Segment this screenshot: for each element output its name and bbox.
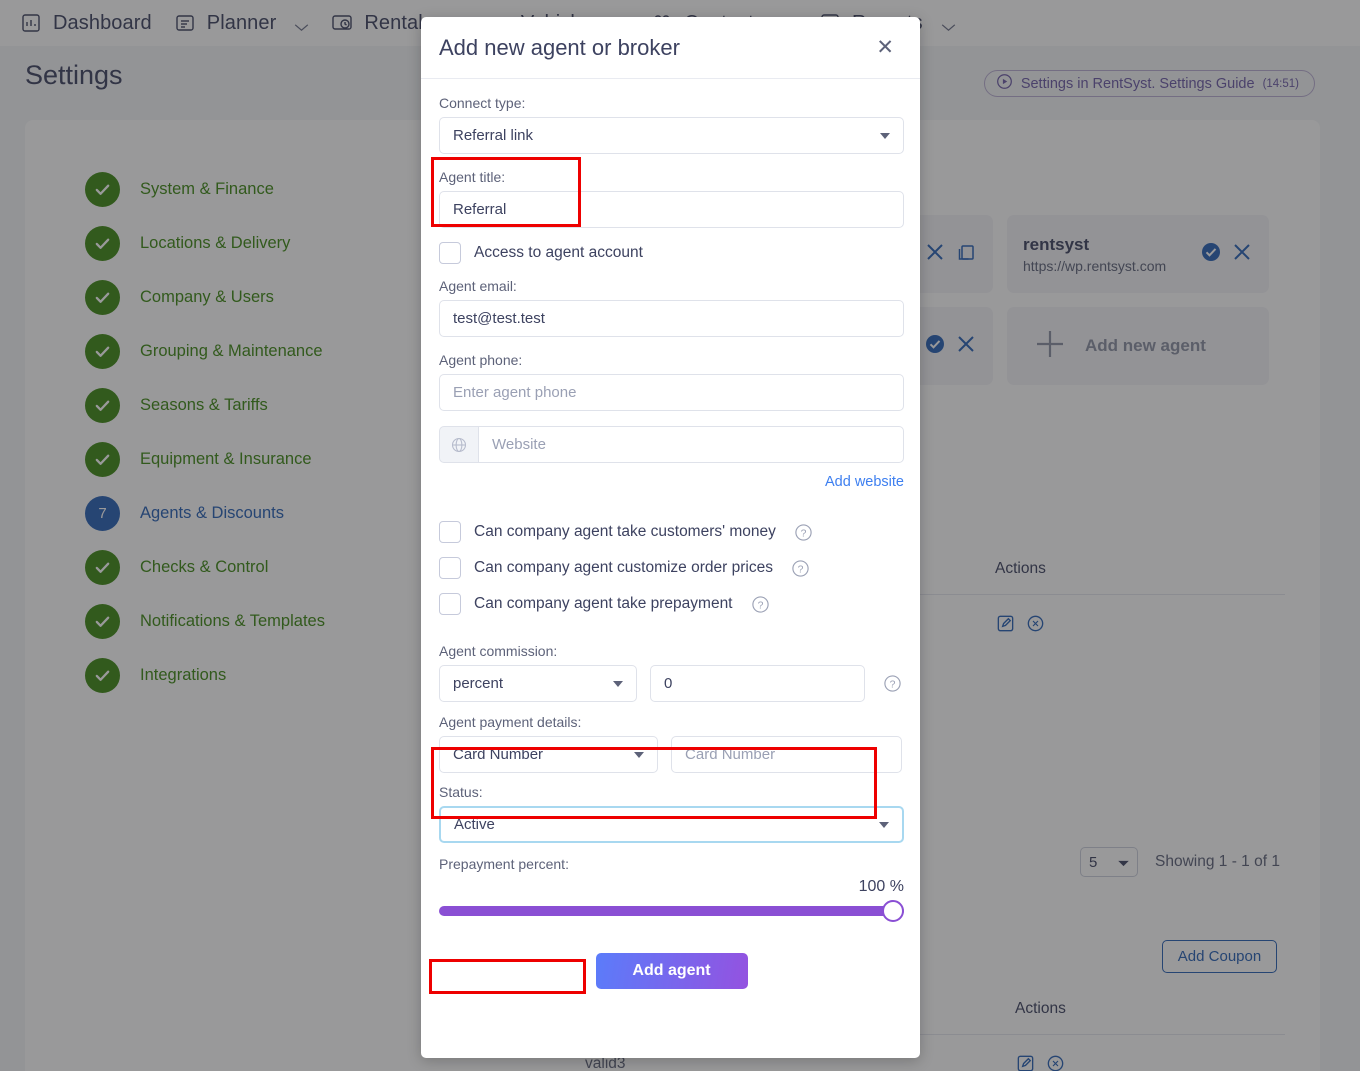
prepayment-percent-value: 100 %: [858, 878, 904, 895]
help-icon[interactable]: ?: [751, 595, 770, 614]
connect-type-label: Connect type:: [439, 95, 526, 111]
customers-money-checkbox[interactable]: [439, 521, 461, 543]
commission-value-input[interactable]: 0: [650, 665, 865, 702]
agent-email-label: Agent email:: [439, 278, 517, 294]
add-agent-modal: Add new agent or broker ✕ Connect type: …: [421, 17, 920, 1058]
card-number-input[interactable]: Card Number: [671, 736, 902, 773]
modal-footer: Add agent: [439, 953, 904, 989]
card-number-placeholder: Card Number: [685, 746, 776, 763]
agent-phone-input[interactable]: Enter agent phone: [439, 374, 904, 411]
add-website-link[interactable]: Add website: [439, 474, 904, 490]
agent-commission-row: percent 0 ?: [439, 665, 902, 702]
connect-type-value: Referral link: [453, 127, 534, 144]
status-select[interactable]: Active: [439, 806, 904, 843]
modal-header: Add new agent or broker ✕: [421, 17, 920, 79]
slider-track: [439, 906, 904, 916]
agent-commission-label: Agent commission:: [439, 643, 558, 659]
globe-icon: [439, 426, 478, 463]
agent-title-value: Referral: [453, 201, 507, 218]
help-icon[interactable]: ?: [794, 523, 813, 542]
svg-text:?: ?: [757, 600, 763, 611]
modal-title: Add new agent or broker: [439, 34, 680, 60]
commission-type-value: percent: [453, 675, 504, 692]
permission-label: Can company agent take customers' money: [474, 523, 776, 540]
svg-text:?: ?: [798, 564, 804, 575]
access-checkbox[interactable]: [439, 242, 461, 264]
permission-label: Can company agent customize order prices: [474, 559, 773, 576]
status-label: Status:: [439, 784, 483, 800]
agent-payment-details-label: Agent payment details:: [439, 714, 582, 730]
chevron-down-icon: [634, 751, 645, 758]
prepayment-percent-label: Prepayment percent:: [439, 856, 569, 872]
take-prepayment-checkbox[interactable]: [439, 593, 461, 615]
website-field: Website: [439, 426, 904, 463]
close-icon[interactable]: ✕: [876, 37, 894, 58]
agent-email-value: test@test.test: [453, 310, 545, 327]
status-value: Active: [454, 816, 495, 833]
payment-method-value: Card Number: [453, 746, 544, 763]
chevron-down-icon: [880, 132, 890, 139]
payment-method-select[interactable]: Card Number: [439, 736, 659, 773]
agent-payment-details-row: Card Number Card Number: [439, 736, 902, 773]
agent-phone-placeholder: Enter agent phone: [453, 384, 577, 401]
customize-prices-checkbox[interactable]: [439, 557, 461, 579]
agent-phone-label: Agent phone:: [439, 352, 523, 368]
help-icon[interactable]: ?: [883, 674, 902, 693]
agent-email-input[interactable]: test@test.test: [439, 300, 904, 337]
website-input[interactable]: Website: [478, 426, 904, 463]
access-to-agent-account-row[interactable]: Access to agent account: [439, 242, 902, 264]
commission-type-select[interactable]: percent: [439, 665, 638, 702]
access-checkbox-label: Access to agent account: [474, 244, 643, 261]
website-placeholder: Website: [492, 436, 546, 453]
add-agent-button[interactable]: Add agent: [595, 953, 748, 989]
commission-value: 0: [664, 675, 673, 692]
prepayment-percent-slider[interactable]: [439, 900, 904, 922]
svg-text:?: ?: [890, 679, 896, 690]
chevron-down-icon: [879, 821, 889, 828]
connect-type-select[interactable]: Referral link: [439, 117, 904, 154]
permission-row-customize-prices[interactable]: Can company agent customize order prices…: [439, 557, 902, 579]
slider-handle[interactable]: [882, 900, 904, 922]
agent-title-label: Agent title:: [439, 169, 506, 185]
modal-body: Connect type: Referral link Agent title:…: [421, 79, 920, 994]
permission-label: Can company agent take prepayment: [474, 595, 733, 612]
svg-text:?: ?: [801, 528, 807, 539]
agent-title-input[interactable]: Referral: [439, 191, 904, 228]
help-icon[interactable]: ?: [791, 559, 810, 578]
chevron-down-icon: [613, 680, 624, 687]
permission-row-take-prepayment[interactable]: Can company agent take prepayment ?: [439, 593, 902, 615]
permission-row-customers-money[interactable]: Can company agent take customers' money …: [439, 521, 902, 543]
